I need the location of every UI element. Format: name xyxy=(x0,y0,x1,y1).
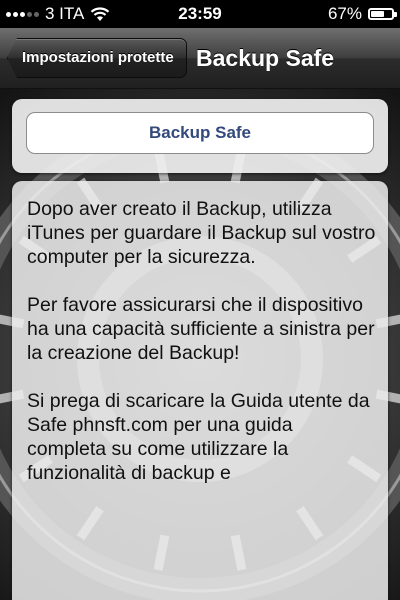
info-paragraph-backup: Dopo aver creato il Backup, utilizza iTu… xyxy=(27,198,376,268)
info-text: Dopo aver creato il Backup, utilizza iTu… xyxy=(27,197,377,509)
battery-icon xyxy=(368,8,397,20)
status-bar: 3 ITA 23:59 67% xyxy=(0,0,400,28)
info-paragraph-capacity: Per favore assicurarsi che il dispositiv… xyxy=(27,294,375,364)
header-panel: Backup Safe xyxy=(12,99,388,173)
status-right: 67% xyxy=(327,4,397,24)
back-button[interactable]: Impostazioni protette xyxy=(7,38,187,78)
page-title: Backup Safe xyxy=(196,45,335,71)
info-panel: Dopo aver creato il Backup, utilizza iTu… xyxy=(12,181,388,600)
backup-safe-title-button[interactable]: Backup Safe xyxy=(26,112,374,154)
info-paragraph-guide: Si prega di scaricare la Guida utente da… xyxy=(27,390,370,484)
battery-percent: 67% xyxy=(327,4,362,23)
content-area[interactable]: Backup Safe Dopo aver creato il Backup, … xyxy=(0,89,400,600)
navigation-bar: Impostazioni protette Backup Safe xyxy=(0,28,400,89)
